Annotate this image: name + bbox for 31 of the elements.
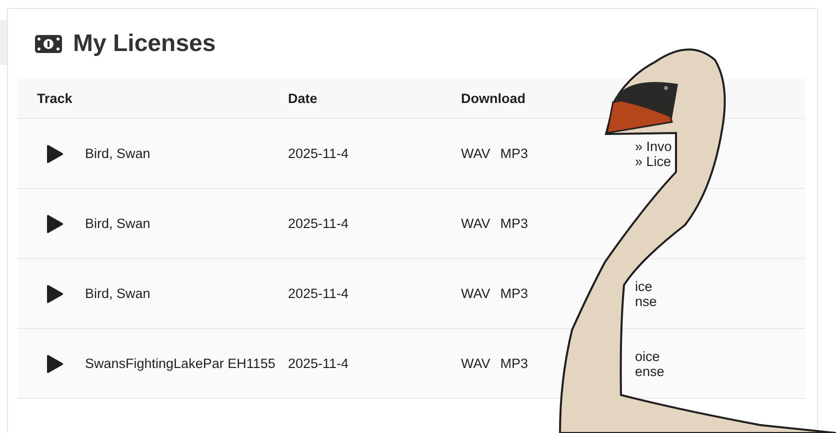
- date-text: 2025-11-4: [288, 286, 349, 301]
- track-name: Bird, Swan: [85, 216, 150, 231]
- download-link[interactable]: MP3: [500, 216, 528, 231]
- document-link[interactable]: ice: [635, 278, 652, 294]
- page-title: My Licenses: [73, 30, 216, 58]
- column-header: Track: [36, 91, 74, 106]
- document-link[interactable]: » Invo: [635, 138, 672, 154]
- download-link[interactable]: WAV: [461, 216, 490, 231]
- play-icon[interactable]: [47, 284, 63, 302]
- document-link[interactable]: nse: [635, 294, 657, 308]
- download-link[interactable]: WAV: [461, 146, 490, 161]
- download-link[interactable]: MP3: [500, 286, 528, 301]
- date-text: 2025-11-4: [288, 216, 349, 231]
- download-link[interactable]: WAV: [461, 356, 490, 371]
- track-name: SwansFightingLakePar EH1155: [85, 356, 276, 371]
- track-name: Bird, Swan: [85, 286, 150, 301]
- play-icon[interactable]: [47, 214, 63, 232]
- column-header: Date: [288, 91, 318, 106]
- play-icon[interactable]: [47, 354, 63, 372]
- play-icon[interactable]: [47, 144, 63, 162]
- download-link[interactable]: MP3: [500, 356, 528, 371]
- document-link[interactable]: » Lice: [635, 154, 672, 168]
- track-name: Bird, Swan: [85, 146, 150, 161]
- money-icon: [35, 35, 62, 53]
- document-link[interactable]: oice: [635, 348, 660, 364]
- download-link[interactable]: WAV: [461, 286, 490, 301]
- column-header: Download: [461, 91, 526, 106]
- date-text: 2025-11-4: [288, 356, 349, 371]
- document-link[interactable]: ense: [635, 364, 664, 378]
- date-text: 2025-11-4: [288, 146, 349, 161]
- download-link[interactable]: MP3: [500, 146, 528, 161]
